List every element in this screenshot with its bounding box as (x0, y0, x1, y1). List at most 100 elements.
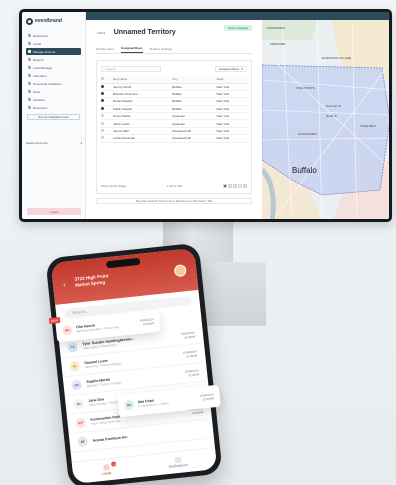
avatar: SL (69, 360, 81, 372)
row-select-cell[interactable] (101, 134, 113, 143)
row-select-cell[interactable] (101, 83, 113, 91)
column-header-rep-name[interactable]: Rep Name (113, 76, 173, 84)
row-checkbox[interactable] (101, 129, 104, 133)
row-select-cell[interactable] (101, 97, 113, 106)
row-select-cell[interactable] (101, 127, 113, 136)
sidebar-item-label: Lead Manager (33, 65, 53, 70)
cell-city: Buffalo (172, 105, 217, 114)
save-changes-button[interactable]: Save Changes (224, 25, 252, 31)
table-row[interactable]: Jeremy Smith Buffalo New York (101, 83, 247, 91)
map-label-summer-st: Summer St (326, 104, 342, 108)
switch-accounts-select[interactable]: Switch Accounts ▾ (26, 140, 82, 146)
table-toolbar: ⌕ Search Assigned Reps ≡ (101, 65, 247, 72)
back-link[interactable]: < Back (96, 31, 105, 35)
table-header-row: Rep Name City State (101, 76, 247, 84)
reps-table: Rep Name City State Jeremy Smith Buffalo N… (101, 76, 247, 143)
table-row[interactable]: Jeremy Bell Cleveland Hill New York (101, 127, 247, 136)
phone: ‹ 3723 High Point Market Spring ⌕ Search… (45, 242, 223, 485)
list-item-text: Acasta Furniture Inc. (92, 427, 200, 443)
row-select-cell[interactable] (101, 112, 113, 121)
select-all-checkbox[interactable] (101, 77, 104, 81)
sidebar-item[interactable]: Processed Invitations (26, 80, 81, 87)
list-item-time: 10/08/202410:30AM (183, 349, 198, 358)
page-button[interactable]: 3 (233, 184, 237, 188)
sidebar-item[interactable]: Dashboard (26, 32, 81, 39)
list-item-time: 10/08/202410:30AM (185, 368, 200, 377)
map-label-north-st: North St (326, 114, 338, 118)
pager-show-label: Show (101, 184, 109, 188)
row-checkbox[interactable] (101, 114, 104, 118)
sidebar-item[interactable]: Reports (26, 56, 81, 63)
row-select-cell[interactable] (101, 105, 113, 114)
page-button[interactable]: 2 (228, 184, 232, 188)
row-checkbox[interactable] (101, 121, 104, 125)
cell-name: Lorilei Alexander (113, 134, 173, 143)
page-button[interactable]: 1 (223, 184, 227, 188)
assigned-reps-filter[interactable]: Assigned Reps ≡ (215, 65, 247, 72)
cell-name: Jeremy Bell (113, 127, 173, 136)
brand-logo[interactable]: eventbrand (26, 16, 81, 26)
tab[interactable]: Territory Settings (150, 46, 173, 53)
per-page-control[interactable]: Show 10 Per Page (101, 184, 126, 188)
tab-leads-label: Leads (101, 470, 112, 476)
avatar: MC (123, 399, 135, 411)
sidebar-item[interactable]: Leads (26, 40, 81, 47)
logout-button[interactable]: Logout (27, 208, 81, 215)
territory-map[interactable]: TONAWANDA KENMORE ELMWOOD VILLAGE FIVE P… (262, 20, 389, 219)
row-select-cell[interactable] (101, 119, 113, 128)
sidebar-item[interactable]: Activities (26, 96, 81, 103)
column-header-state[interactable]: State (216, 76, 247, 84)
page-button[interactable]: ... (238, 184, 242, 188)
cell-city: Buffalo (172, 97, 217, 106)
row-checkbox[interactable] (101, 106, 104, 110)
avatar: SM (71, 379, 83, 391)
search-input[interactable]: ⌕ Search (101, 65, 161, 72)
monitor: eventbrand Dashboard Leads Manage Account R… (19, 9, 392, 222)
sidebar-item[interactable]: Resources (26, 104, 81, 111)
row-checkbox[interactable] (101, 92, 104, 96)
sidebar-item[interactable]: Manage Account (26, 48, 81, 55)
row-checkbox[interactable] (101, 84, 104, 88)
sidebar-item[interactable]: Attendees (26, 72, 81, 79)
column-header-city[interactable]: City (172, 76, 217, 84)
back-arrow-icon[interactable]: ‹ (63, 282, 66, 289)
row-checkbox[interactable] (101, 99, 104, 103)
table-row[interactable]: Daniel Stewart Buffalo New York (101, 97, 247, 106)
table-row[interactable]: Lorilei Alexander Cleveland Hill New York (101, 134, 247, 143)
pager-count: 1-10 of 126 (166, 184, 183, 188)
list-item-clock: 10:30AM (183, 334, 196, 340)
tab-leads[interactable]: Leads 3 (101, 461, 117, 476)
card-text: Olin Garcia Marketing Specialist / Produ… (76, 319, 137, 333)
cell-city: Buffalo (172, 90, 217, 99)
tab[interactable]: Assigned Reps (120, 46, 143, 53)
tab[interactable]: Territory Area (96, 46, 114, 53)
tab-notifications[interactable]: Notifications (168, 456, 188, 469)
row-checkbox[interactable] (101, 136, 104, 140)
cell-name: Jacob Lewis (113, 119, 173, 128)
avatar: TS (67, 341, 79, 353)
table-row[interactable]: Brandon Simmons Buffalo New York (101, 90, 247, 99)
table-row[interactable]: Corey Parker Syracuse New York (101, 112, 247, 121)
table-row[interactable]: Jacob Lewis Syracuse New York (101, 119, 247, 128)
card-clock: 10:30AM (202, 396, 215, 402)
filter-icon: ≡ (241, 66, 243, 71)
cell-state: New York (216, 134, 247, 143)
row-select-cell[interactable] (101, 90, 113, 99)
map-label-allentown: ALLENTOWN (298, 132, 317, 136)
rep-not-listed-link[interactable]: Rep Not Listed? Click here to add them t… (96, 198, 252, 204)
sidebar-item-label: Activities (33, 97, 45, 102)
sidebar-item[interactable]: Lead Manager (26, 64, 81, 71)
sidebar-item[interactable]: Tests (26, 88, 81, 95)
map-city-label: Buffalo (292, 166, 317, 175)
avatar: JD (73, 398, 85, 410)
leads-icon (102, 464, 110, 471)
tab-notifications-label: Notifications (168, 462, 188, 469)
page-button[interactable]: 8 (243, 184, 247, 188)
integration-hub-button[interactable]: Set Up Integration Hub (27, 114, 80, 120)
phone-title: 3723 High Point Market Spring (74, 265, 187, 288)
select-all-header[interactable] (101, 76, 113, 84)
per-page-select[interactable]: 10 (109, 184, 112, 188)
nav-icon (28, 90, 31, 93)
table-row[interactable]: Kaitlin Stewart Buffalo New York (101, 105, 247, 114)
bell-icon (174, 456, 181, 464)
